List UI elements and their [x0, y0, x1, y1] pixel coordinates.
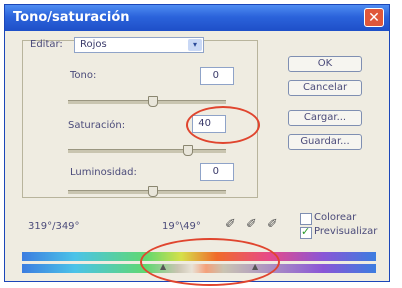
- preview-checkbox[interactable]: ✓: [300, 225, 312, 239]
- saturation-slider-thumb[interactable]: [183, 145, 193, 156]
- saturation-slider-track[interactable]: [68, 149, 226, 153]
- lightness-slider-thumb[interactable]: [148, 186, 158, 197]
- saturation-annotation-circle: [186, 106, 260, 144]
- load-button[interactable]: Cargar...: [288, 110, 362, 126]
- ok-button[interactable]: OK: [288, 56, 362, 72]
- preview-label: Previsualizar: [314, 226, 378, 237]
- edit-label: Editar:: [30, 39, 63, 50]
- cancel-button[interactable]: Cancelar: [288, 80, 362, 96]
- colorize-checkbox[interactable]: [300, 213, 312, 225]
- colorize-label: Colorear: [314, 212, 357, 223]
- lightness-slider-track[interactable]: [68, 190, 226, 194]
- lightness-field[interactable]: 0: [200, 163, 234, 181]
- hue-slider-track[interactable]: [68, 100, 226, 104]
- checkmark-icon: ✓: [301, 225, 311, 238]
- range-right-readout: 19°\49°: [162, 221, 201, 232]
- title-bar: Tono/saturación ✕: [5, 5, 389, 31]
- eyedropper-icon[interactable]: ✐: [225, 217, 236, 232]
- saturation-label: Saturación:: [68, 120, 126, 131]
- save-button[interactable]: Guardar...: [288, 134, 362, 150]
- dialog-title: Tono/saturación: [13, 10, 130, 25]
- hue-slider-thumb[interactable]: [148, 96, 158, 107]
- eyedropper-plus-icon[interactable]: ✐: [246, 217, 257, 232]
- edit-select-value: Rojos: [80, 39, 107, 50]
- color-range-annotation-circle: [140, 238, 280, 286]
- eyedropper-minus-icon[interactable]: ✐: [267, 217, 278, 232]
- close-icon[interactable]: ✕: [364, 8, 384, 27]
- lightness-label: Luminosidad:: [70, 167, 137, 178]
- edit-select[interactable]: Rojos ▾: [74, 37, 204, 53]
- hue-field[interactable]: 0: [200, 67, 234, 85]
- hue-label: Tono:: [70, 70, 97, 81]
- chevron-down-icon[interactable]: ▾: [188, 39, 202, 51]
- range-left-readout: 319°/349°: [28, 221, 80, 232]
